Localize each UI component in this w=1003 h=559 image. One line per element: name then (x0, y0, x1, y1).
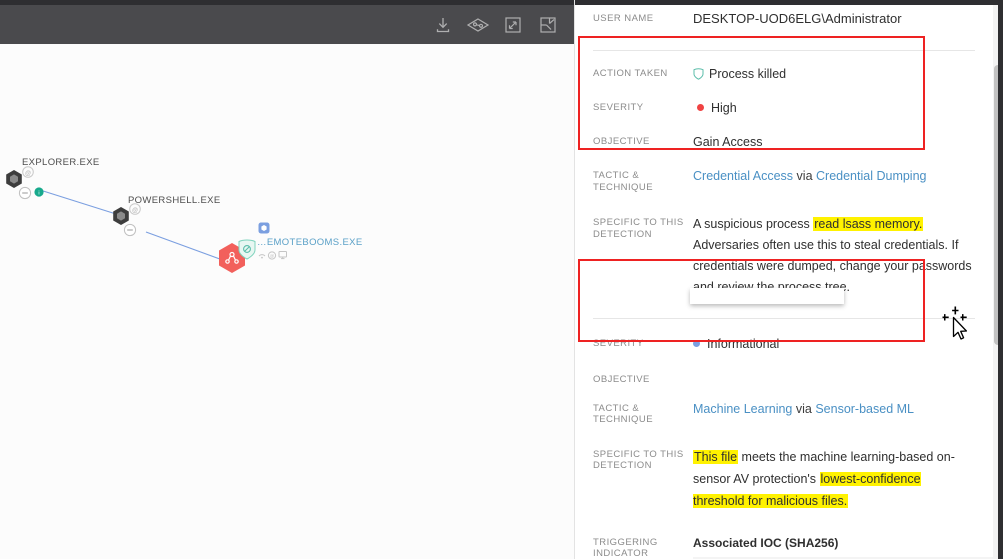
graph-node-label-emotebooms[interactable]: …EMOTEBOOMS.EXE (257, 237, 363, 248)
field-user-name: USER NAME DESKTOP-UOD6ELG\Administrator (575, 5, 993, 28)
detection-details-screen: @ i @ @ EXPLORER.EXE POWERSHELL.EXE …EMO… (0, 0, 1003, 559)
window-right-edge (998, 0, 1003, 559)
detection-block-one: ACTION TAKEN Process killed SEVERITY Hig… (575, 51, 993, 298)
field-severity-informational: SEVERITY Informational (575, 335, 993, 353)
shield-icon (693, 67, 704, 80)
field-label-objective-one: OBJECTIVE (593, 136, 650, 147)
ioc-title: Associated IOC (SHA256) (693, 535, 839, 550)
specific-two-seg0-highlight: This file (693, 449, 739, 464)
field-specific-detection-one: SPECIFIC TO THIS DETECTION A suspicious p… (575, 214, 993, 298)
graph-node-emotebooms-meta-icons: @ (258, 251, 287, 260)
technique-link-two[interactable]: Sensor-based ML (815, 402, 914, 416)
field-objective-one: OBJECTIVE Gain Access (575, 133, 993, 151)
field-label-severity-informational: SEVERITY (593, 338, 644, 349)
detail-scroll-region[interactable]: USER NAME DESKTOP-UOD6ELG\Administrator … (575, 5, 993, 559)
field-tactic-technique-two: TACTIC & TECHNIQUE Machine Learning via S… (575, 400, 993, 426)
field-tactic-technique-one: TACTIC & TECHNIQUE Credential Access via … (575, 167, 993, 193)
svg-text:@: @ (270, 254, 275, 259)
tactic-link-one[interactable]: Credential Access (693, 169, 793, 183)
graph-node-emotebooms-file-icon (258, 222, 270, 234)
field-value-severity-informational: Informational (707, 337, 780, 351)
field-label-specific-one: SPECIFIC TO THIS DETECTION (593, 217, 684, 240)
tactic-via-one: via (796, 169, 813, 183)
field-label-specific-two: SPECIFIC TO THIS DETECTION (593, 448, 684, 472)
specific-one-seg2: Adversaries often use this to steal cred… (693, 238, 972, 294)
detection-detail-panel: USER NAME DESKTOP-UOD6ELG\Administrator … (575, 0, 1003, 559)
field-label-tactic-technique-one: TACTIC & TECHNIQUE (593, 170, 653, 193)
field-value-specific-one: A suspicious process read lsass memory. … (693, 214, 975, 298)
svg-text:i: i (38, 190, 39, 196)
field-label-user-name: USER NAME (593, 13, 654, 24)
tactic-via-two: via (795, 401, 812, 416)
field-triggering-indicator: TRIGGERING INDICATOR Associated IOC (SHA2… (575, 534, 993, 559)
severity-dot-icon (697, 104, 704, 111)
field-value-action-taken: Process killed (709, 67, 787, 81)
objective-tooltip-popup (690, 288, 844, 304)
technique-link-one[interactable]: Credential Dumping (816, 169, 926, 183)
field-value-specific-two: This file meets the machine learning-bas… (693, 446, 975, 512)
field-action-taken: ACTION TAKEN Process killed (575, 65, 993, 83)
specific-one-seg0: A suspicious process (693, 217, 814, 231)
field-objective-two: OBJECTIVE (575, 371, 993, 386)
field-label-tactic-technique-two: TACTIC & TECHNIQUE (593, 402, 653, 426)
severity-dot-icon (693, 340, 700, 347)
field-value-user-name: DESKTOP-UOD6ELG\Administrator (693, 11, 902, 26)
field-label-severity-high: SEVERITY (593, 102, 644, 113)
field-label-action-taken: ACTION TAKEN (593, 68, 668, 79)
graph-node-powershell (113, 207, 129, 225)
tactic-link-two[interactable]: Machine Learning (693, 402, 792, 416)
detection-block-two: SEVERITY Informational OBJECTIVE TACTIC … (575, 319, 993, 559)
graph-node-label-powershell: POWERSHELL.EXE (128, 195, 221, 206)
graph-canvas[interactable]: @ i @ @ EXPLORER.EXE POWERSHELL.EXE …EMO… (0, 45, 574, 559)
field-value-severity-high: High (711, 101, 737, 115)
graph-node-explorer (6, 170, 22, 188)
panel-top-cap (575, 0, 1003, 5)
field-value-objective-two[interactable] (693, 371, 975, 386)
field-severity-high: SEVERITY High (575, 99, 993, 117)
field-value-objective-one[interactable]: Gain Access (693, 133, 975, 151)
graph-node-label-explorer: EXPLORER.EXE (22, 157, 100, 168)
field-label-objective-two: OBJECTIVE (593, 374, 650, 385)
svg-text:@: @ (25, 171, 31, 177)
process-graph-panel: @ i @ @ EXPLORER.EXE POWERSHELL.EXE …EMO… (0, 0, 575, 559)
field-specific-detection-two: SPECIFIC TO THIS DETECTION This file meet… (575, 446, 993, 512)
specific-one-seg1-highlight: read lsass memory. (813, 217, 924, 231)
svg-text:@: @ (132, 208, 138, 214)
field-label-triggering-indicator: TRIGGERING INDICATOR (593, 536, 658, 559)
